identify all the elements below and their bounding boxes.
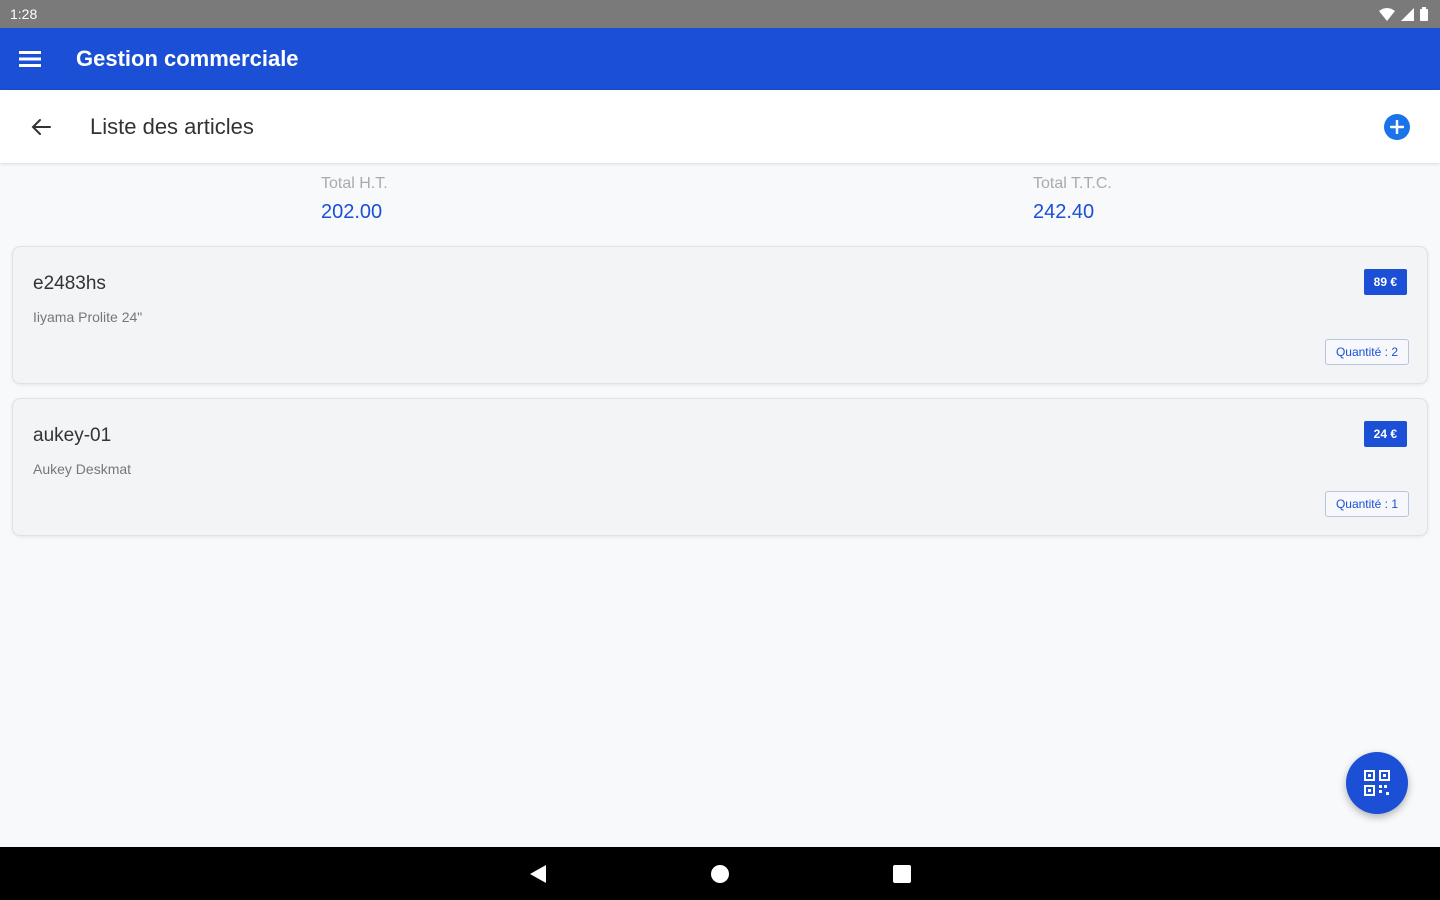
back-button[interactable] (0, 90, 82, 163)
app-bar: Gestion commerciale (0, 28, 1440, 90)
nav-home-button[interactable] (707, 861, 733, 887)
total-ttc: Total T.T.C. 242.40 (1033, 175, 1112, 224)
total-ttc-label: Total T.T.C. (1033, 175, 1112, 192)
status-time: 1:28 (10, 6, 38, 22)
wifi-icon (1379, 7, 1395, 21)
signal-icon (1401, 7, 1414, 21)
menu-button[interactable] (0, 28, 60, 90)
battery-icon (1420, 7, 1428, 21)
article-description: Iiyama Prolite 24" (33, 309, 143, 325)
square-recents-icon (893, 865, 911, 883)
page-title: Liste des articles (90, 113, 254, 139)
system-nav-bar (0, 847, 1440, 900)
nav-recents-button[interactable] (889, 861, 915, 887)
article-price-badge: 24 € (1363, 421, 1407, 447)
article-code: e2483hs (33, 273, 106, 294)
total-ht-label: Total H.T. (321, 175, 388, 192)
menu-icon (19, 51, 41, 67)
scan-qr-button[interactable] (1346, 752, 1408, 814)
sub-toolbar: Liste des articles (0, 90, 1440, 163)
article-description: Aukey Deskmat (33, 461, 132, 477)
qr-code-icon (1364, 770, 1390, 796)
article-quantity-badge[interactable]: Quantité : 2 (1324, 339, 1409, 365)
app-title: Gestion commerciale (76, 46, 299, 71)
total-ttc-value: 242.40 (1033, 201, 1095, 223)
article-code: aukey-01 (33, 425, 112, 446)
arrow-back-icon (31, 118, 51, 135)
status-icons (1379, 7, 1428, 21)
status-bar: 1:28 (0, 0, 1440, 28)
nav-back-button[interactable] (525, 861, 551, 887)
add-article-button[interactable] (1384, 114, 1410, 140)
article-price-badge: 89 € (1363, 269, 1407, 295)
total-ht: Total H.T. 202.00 (321, 175, 388, 224)
article-card[interactable]: aukey-01 Aukey Deskmat 24 € Quantité : 1 (12, 398, 1428, 536)
article-quantity-badge[interactable]: Quantité : 1 (1324, 491, 1409, 517)
total-ht-value: 202.00 (321, 201, 383, 223)
circle-home-icon (711, 865, 729, 883)
totals-summary: Total H.T. 202.00 Total T.T.C. 242.40 (0, 163, 1440, 245)
article-card[interactable]: e2483hs Iiyama Prolite 24" 89 € Quantité… (12, 246, 1428, 384)
add-circle-icon (1390, 120, 1404, 134)
triangle-back-icon (530, 865, 546, 883)
